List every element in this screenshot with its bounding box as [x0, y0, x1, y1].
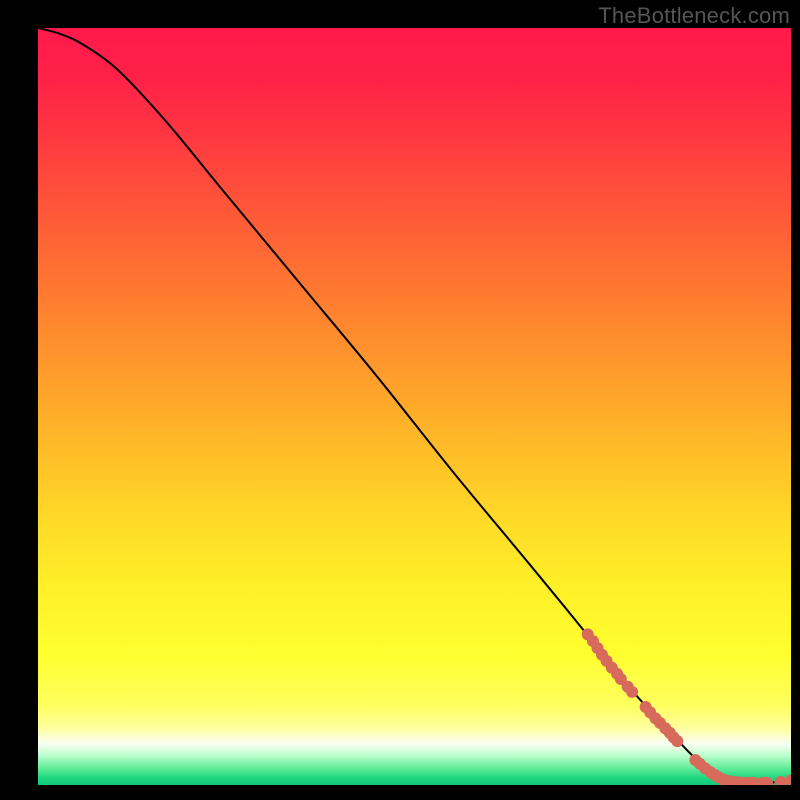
data-marker — [671, 735, 683, 747]
chart-frame: TheBottleneck.com — [0, 0, 800, 800]
watermark-text: TheBottleneck.com — [598, 3, 790, 29]
gradient-background — [38, 28, 791, 785]
bottleneck-chart — [38, 28, 791, 785]
data-marker — [626, 686, 638, 698]
